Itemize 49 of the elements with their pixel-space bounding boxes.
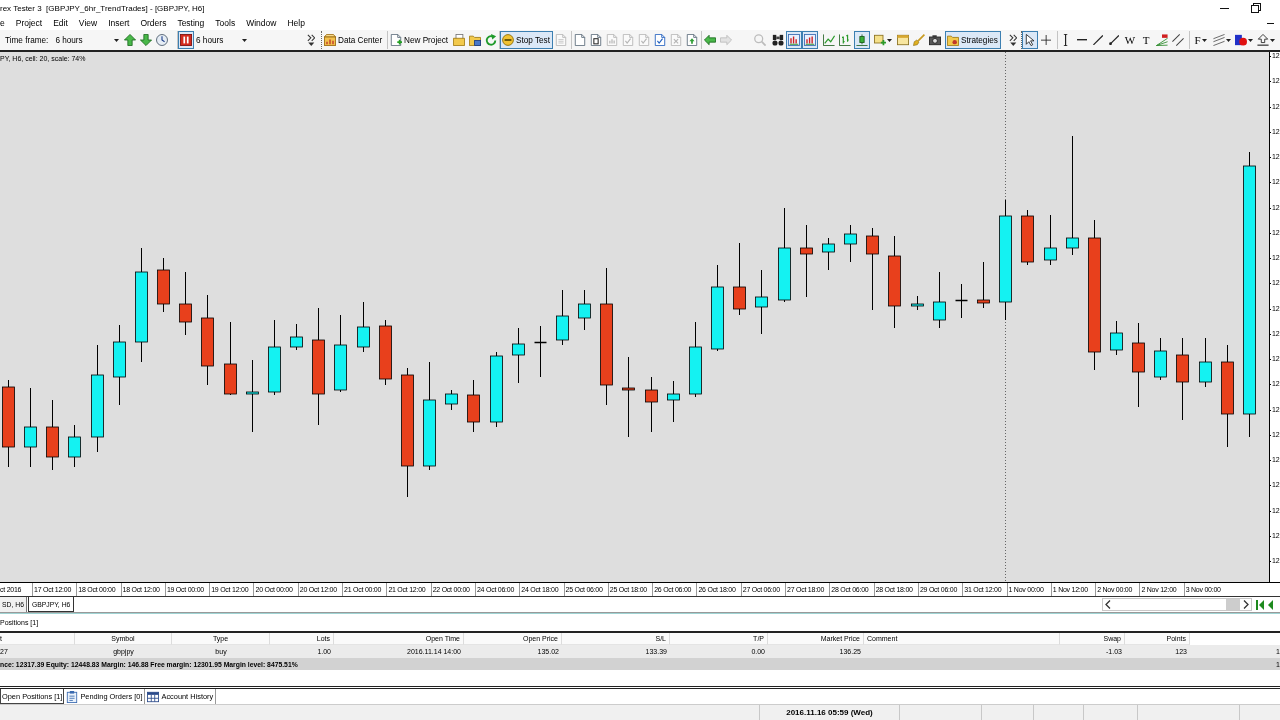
timeframe-label: Time frame: — [5, 35, 49, 45]
caret-icon[interactable] — [887, 38, 892, 42]
restore-icon[interactable] — [1250, 3, 1261, 13]
stop-test-button[interactable]: Stop Test — [500, 31, 553, 49]
new-project-button[interactable]: New Project — [388, 31, 452, 49]
menu-item[interactable]: Insert — [102, 18, 135, 28]
window-title: rex Tester 3 [GBPJPY_6hr_TrendTrades] - [GBPJPY, H6] — [0, 3, 206, 13]
menu-item[interactable]: Window — [240, 18, 282, 28]
strategies-button[interactable]: Strategies — [945, 31, 1001, 49]
color-icon[interactable] — [1235, 34, 1247, 46]
period-dropdown[interactable]: 6 hours — [195, 32, 250, 48]
arrow-up-icon[interactable] — [1257, 34, 1269, 46]
menu-item[interactable]: Edit — [47, 18, 74, 28]
caret-icon[interactable] — [114, 38, 120, 42]
box-icon[interactable] — [324, 34, 336, 46]
vertical-line-icon[interactable] — [1063, 34, 1069, 46]
chevron-right-icon[interactable] — [1243, 600, 1249, 609]
letter-button[interactable]: W — [1122, 31, 1138, 49]
skip-start-icon[interactable] — [1256, 599, 1264, 610]
scrollbar[interactable] — [1102, 598, 1252, 611]
caret-icon[interactable] — [1270, 38, 1275, 42]
caret-icon[interactable] — [242, 38, 247, 42]
caret-icon[interactable] — [1226, 38, 1231, 42]
minimize-icon[interactable] — [1220, 7, 1229, 9]
letter-button[interactable]: T — [1138, 31, 1154, 49]
menu-item[interactable]: Testing — [171, 18, 210, 28]
status-time: 2016.11.16 05:59 (Wed) — [786, 708, 873, 717]
horizontal-line-icon[interactable] — [1076, 38, 1088, 42]
document-plus-icon[interactable] — [390, 34, 402, 46]
line-width-icon[interactable] — [1213, 34, 1225, 46]
folder-icon[interactable] — [947, 34, 959, 46]
menu-item[interactable]: Tools — [209, 18, 241, 28]
menu-item[interactable]: View — [73, 18, 103, 28]
menu-item[interactable]: Project — [10, 18, 48, 28]
period-dropdown[interactable]: 6 hours — [54, 32, 123, 48]
scroll-thumb[interactable] — [1226, 599, 1240, 610]
caret-icon[interactable] — [1201, 38, 1207, 42]
data-center-button[interactable]: Data Center — [322, 31, 386, 49]
menu-item[interactable]: Orders — [134, 18, 172, 28]
minus-circle-icon[interactable] — [502, 34, 514, 46]
triangle-left-icon[interactable] — [1268, 599, 1273, 610]
menu-item[interactable]: Help — [281, 18, 311, 28]
letter-button[interactable]: F — [1190, 31, 1211, 49]
table-icon — [147, 690, 160, 703]
minimize-icon[interactable] — [1267, 22, 1274, 24]
menu-item[interactable]: e — [0, 18, 11, 28]
chevron-left-icon[interactable] — [1105, 600, 1111, 609]
toolbar-button[interactable] — [1255, 31, 1277, 49]
caret-icon[interactable] — [1248, 38, 1253, 42]
